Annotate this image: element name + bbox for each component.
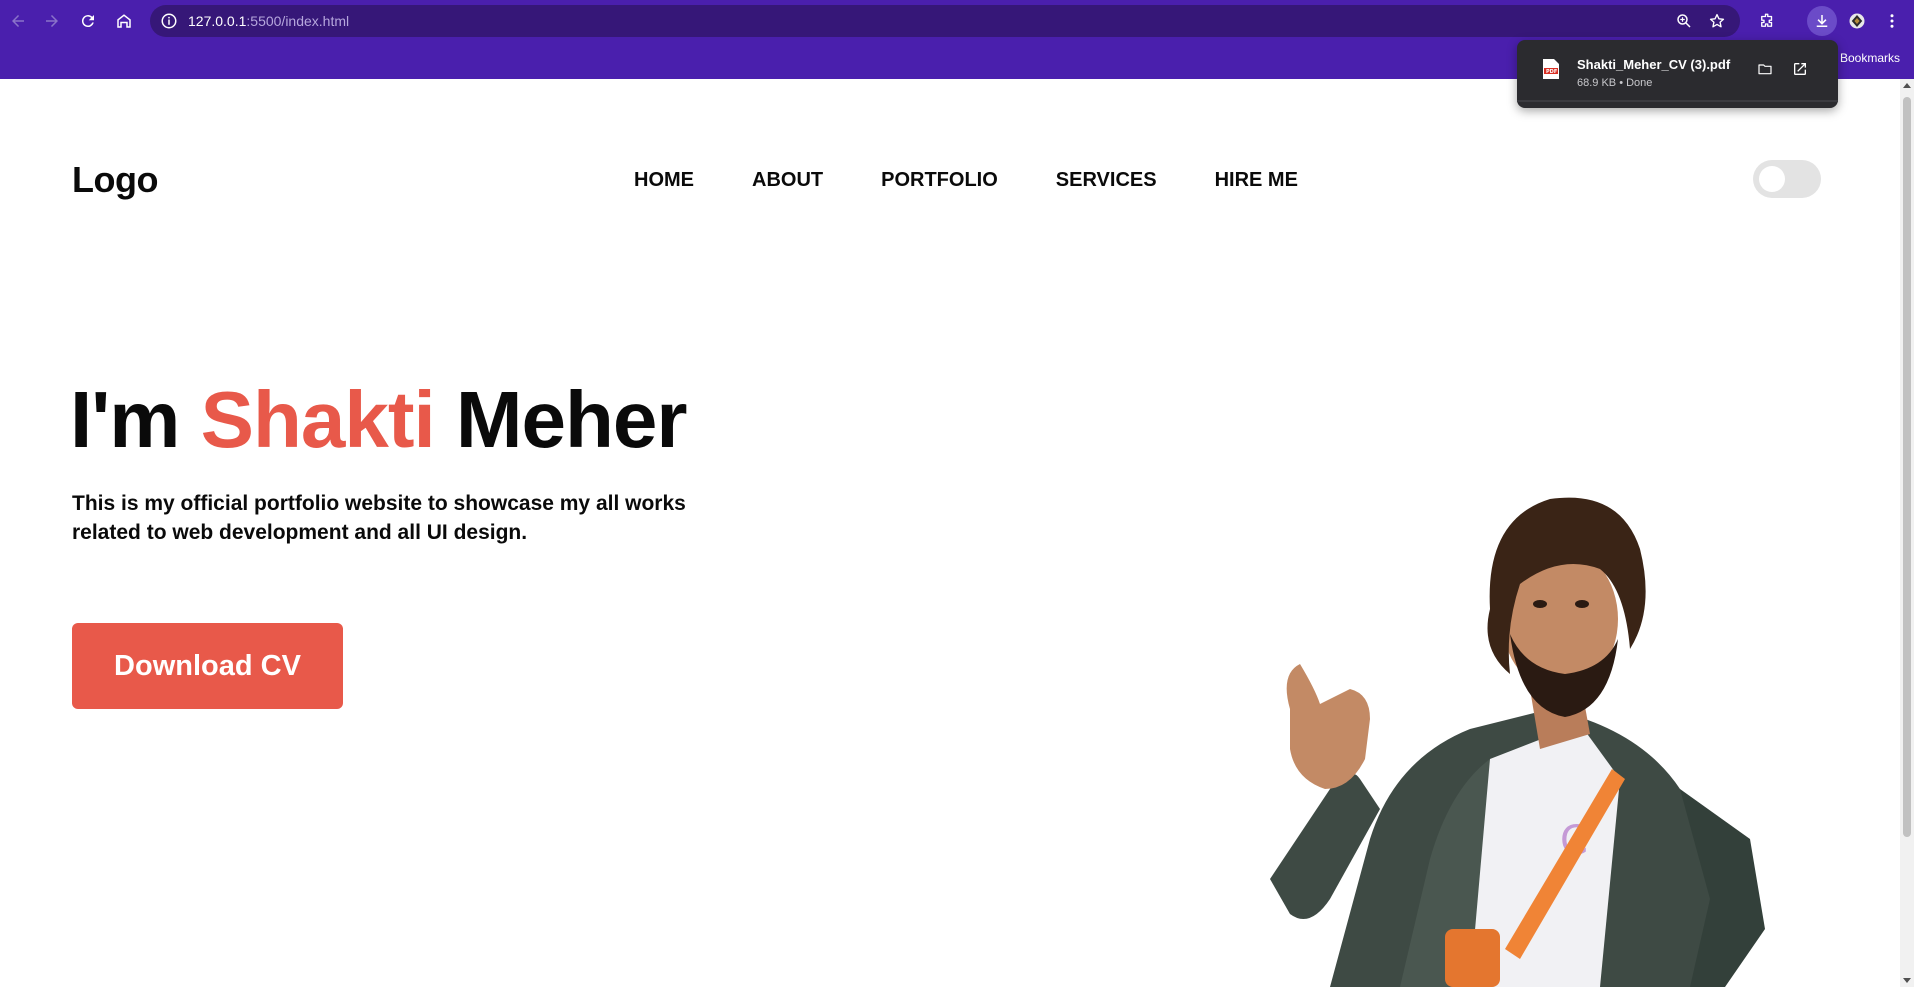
page-scrollbar[interactable] <box>1900 79 1914 987</box>
open-external-icon <box>1794 63 1806 75</box>
reload-icon <box>81 15 94 28</box>
pdf-file-icon: PDF <box>1543 59 1559 79</box>
show-in-folder-button[interactable] <box>1754 58 1776 80</box>
scrollbar-thumb[interactable] <box>1903 97 1911 837</box>
toggle-knob <box>1759 166 1785 192</box>
page-viewport: Logo HOME ABOUT PORTFOLIO SERVICES HIRE … <box>0 79 1900 987</box>
theme-toggle[interactable] <box>1753 160 1821 198</box>
download-progress-track <box>1517 100 1838 102</box>
downloads-button[interactable] <box>1807 6 1837 36</box>
download-meta: 68.9 KB • Done <box>1577 77 1653 89</box>
nav-about[interactable]: ABOUT <box>752 169 823 192</box>
download-filename[interactable]: Shakti_Meher_CV (3).pdf <box>1577 57 1730 72</box>
url-text[interactable]: 127.0.0.1:5500/index.html <box>188 13 349 29</box>
browser-toolbar: 127.0.0.1:5500/index.html <box>0 0 1914 42</box>
download-bubble: PDF Shakti_Meher_CV (3).pdf 68.9 KB • Do… <box>1517 40 1838 108</box>
star-icon[interactable] <box>1708 12 1726 30</box>
menu-icon <box>1890 14 1894 28</box>
scroll-down-arrow-icon[interactable] <box>1903 978 1911 983</box>
home-button[interactable] <box>110 7 138 35</box>
site-info-icon[interactable] <box>160 12 178 30</box>
back-button[interactable] <box>4 7 32 35</box>
hero-person-image: C <box>1270 497 1765 987</box>
download-icon <box>1816 15 1828 27</box>
forward-button[interactable] <box>38 7 66 35</box>
address-bar[interactable]: 127.0.0.1:5500/index.html <box>150 5 1740 37</box>
hero-name-accent: Shakti <box>200 375 436 464</box>
hero-title: I'm Shakti Meher <box>70 374 688 466</box>
profile-button[interactable] <box>1843 7 1871 35</box>
open-file-button[interactable] <box>1789 58 1811 80</box>
extensions-button[interactable] <box>1753 7 1781 35</box>
nav-portfolio[interactable]: PORTFOLIO <box>881 169 998 192</box>
svg-text:PDF: PDF <box>1546 69 1557 75</box>
url-path: :5500/index.html <box>246 13 350 29</box>
hero-prefix: I'm <box>70 375 201 464</box>
url-host: 127.0.0.1 <box>188 13 247 29</box>
profile-icon <box>1849 13 1865 29</box>
home-icon <box>117 14 131 28</box>
folder-icon <box>1758 64 1772 75</box>
zoom-icon[interactable] <box>1675 12 1693 30</box>
reload-button[interactable] <box>74 7 102 35</box>
forward-icon <box>46 15 58 27</box>
site-logo[interactable]: Logo <box>72 159 158 201</box>
nav-home[interactable]: HOME <box>634 169 694 192</box>
extensions-icon <box>1761 13 1773 27</box>
main-nav: HOME ABOUT PORTFOLIO SERVICES HIRE ME <box>634 169 1356 192</box>
scroll-up-arrow-icon[interactable] <box>1903 83 1911 88</box>
hero-description: This is my official portfolio website to… <box>72 492 686 544</box>
bookmarks-button[interactable]: Bookmarks <box>1840 51 1900 65</box>
back-icon <box>12 15 24 27</box>
nav-services[interactable]: SERVICES <box>1056 169 1157 192</box>
hero-suffix: Meher <box>434 375 688 464</box>
browser-menu-button[interactable] <box>1878 7 1906 35</box>
download-cv-button[interactable]: Download CV <box>72 623 343 709</box>
nav-hire-me[interactable]: HIRE ME <box>1215 169 1298 192</box>
